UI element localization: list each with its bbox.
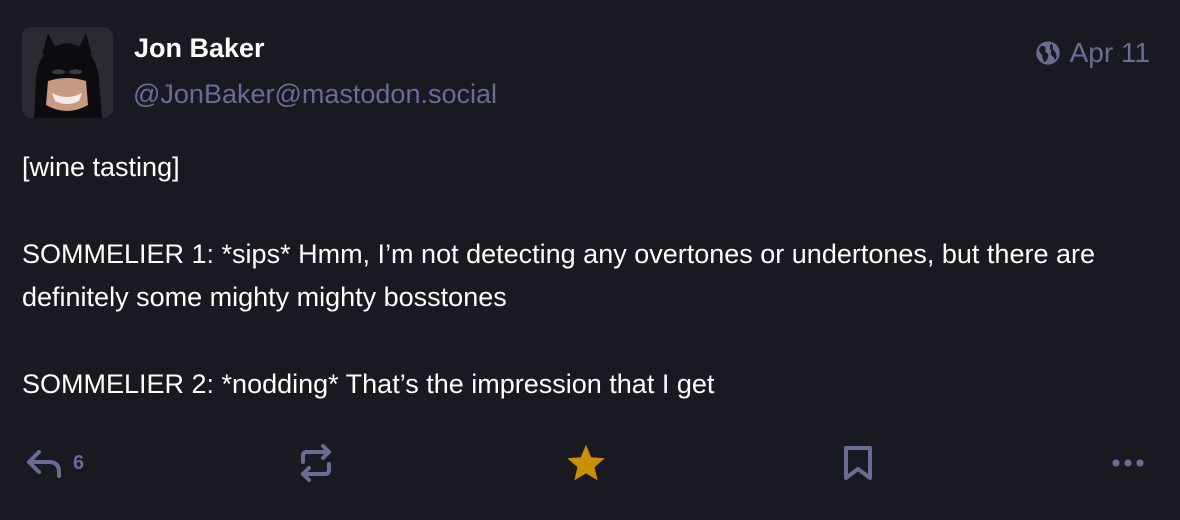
post-content: [wine tasting] SOMMELIER 1: *sips* Hmm, … [22,146,1162,406]
globe-icon [1035,41,1060,65]
boost-icon [301,444,331,482]
content-paragraph: SOMMELIER 1: *sips* Hmm, I’m not detecti… [22,239,1095,312]
favourite-button[interactable] [565,440,607,486]
reply-count: 6 [73,451,85,474]
post-timestamp[interactable]: Apr 11 [1034,37,1150,69]
bookmark-icon [844,446,872,480]
author-handle[interactable]: @JonBaker@mastodon.social [133,79,497,110]
more-icon [1112,459,1144,467]
avatar-image [22,27,113,118]
author-avatar[interactable] [22,27,113,118]
boost-button[interactable] [296,440,336,486]
content-paragraph: SOMMELIER 2: *nodding* That’s the impres… [22,369,715,399]
reply-icon [27,450,61,478]
author-display-name[interactable]: Jon Baker [134,33,265,64]
bookmark-button[interactable] [842,440,874,486]
post-action-bar: 6 [0,440,1180,486]
content-line: [wine tasting] [22,152,180,182]
timestamp-label: Apr 11 [1069,37,1150,68]
more-options-button[interactable] [1110,440,1146,486]
reply-button[interactable]: 6 [25,440,84,486]
star-icon [567,444,605,481]
